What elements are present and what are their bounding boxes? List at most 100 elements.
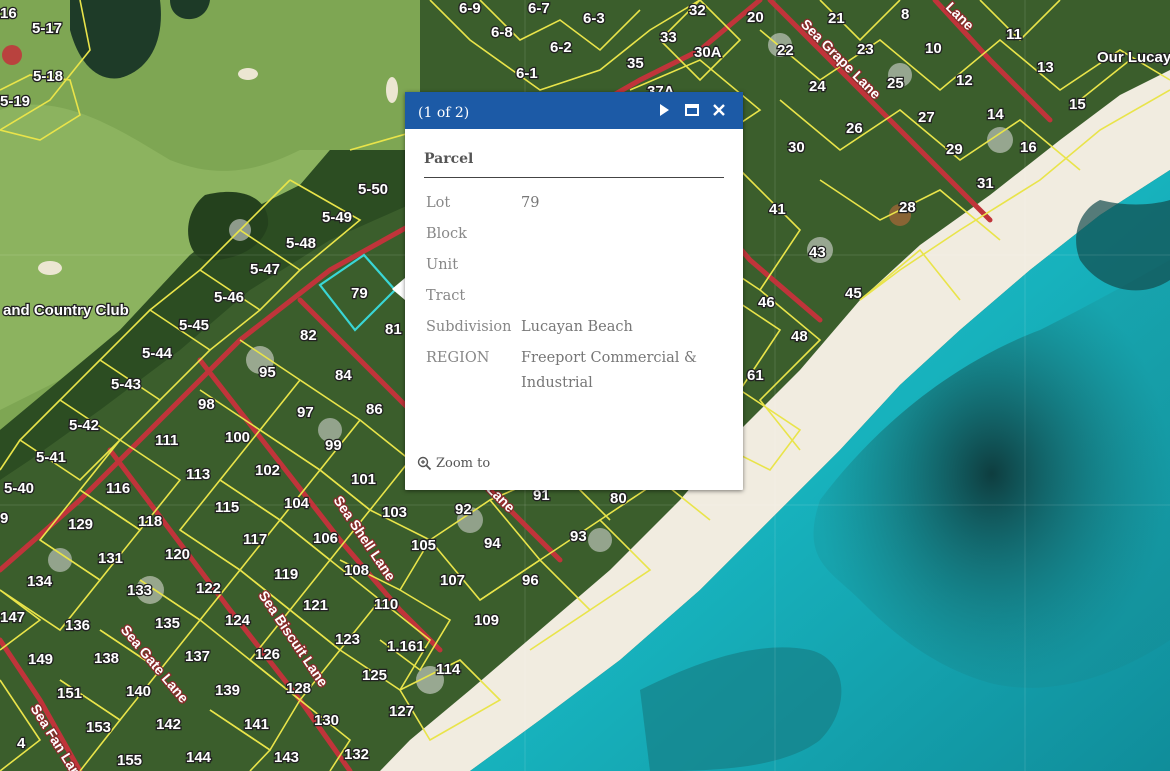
play-icon[interactable] bbox=[655, 101, 673, 119]
attribute-row: Unit bbox=[424, 250, 721, 281]
lot-label: 84 bbox=[335, 367, 352, 384]
lot-label: 110 bbox=[374, 596, 398, 613]
lot-label: 32 bbox=[689, 2, 706, 19]
lot-label: 9 bbox=[0, 510, 8, 527]
popup-pointer bbox=[392, 278, 405, 300]
lot-label: 5-46 bbox=[214, 289, 244, 306]
attribute-value bbox=[521, 281, 721, 312]
lot-label: 5-41 bbox=[36, 449, 66, 466]
lot-label: 155 bbox=[117, 752, 142, 769]
lot-label: 5-49 bbox=[322, 209, 352, 226]
lot-label: 120 bbox=[165, 546, 190, 563]
parcel-popup: (1 of 2) Parcel Lot 79 Block Unit Tract … bbox=[405, 92, 743, 490]
lot-label: 153 bbox=[86, 719, 111, 736]
lot-label: 22 bbox=[777, 42, 794, 59]
lot-label: 130 bbox=[314, 712, 339, 729]
attribute-key: REGION bbox=[426, 350, 490, 366]
lot-label: 79 bbox=[351, 285, 368, 302]
close-icon[interactable] bbox=[710, 101, 728, 119]
lot-label: 6-9 bbox=[459, 0, 481, 17]
attribute-value: Freeport Commercial & Industrial bbox=[521, 350, 697, 391]
lot-label: 131 bbox=[98, 550, 123, 567]
lot-label: 127 bbox=[389, 703, 414, 720]
lot-label: 16 bbox=[1020, 139, 1037, 156]
lot-label: 11 bbox=[1006, 26, 1022, 43]
attribute-key: Block bbox=[426, 226, 467, 242]
attribute-value bbox=[521, 219, 721, 250]
lot-label: 142 bbox=[156, 716, 181, 733]
lot-label: 5-19 bbox=[0, 93, 30, 110]
lot-label: 104 bbox=[284, 495, 310, 512]
lot-label: 144 bbox=[186, 749, 212, 766]
lot-label: 121 bbox=[303, 597, 328, 614]
lot-label: 12 bbox=[956, 72, 973, 89]
lot-label: 99 bbox=[325, 437, 342, 454]
attribute-row: Subdivision Lucayan Beach bbox=[424, 312, 721, 343]
lot-label: 128 bbox=[286, 680, 311, 697]
attribute-key: Tract bbox=[426, 288, 466, 304]
lot-label: 5-45 bbox=[179, 317, 209, 334]
attribute-table: Lot 79 Block Unit Tract Subdivision Luca… bbox=[424, 188, 721, 399]
lot-label: 140 bbox=[126, 683, 151, 700]
lot-label: 43 bbox=[809, 244, 826, 261]
lot-label: 151 bbox=[57, 685, 82, 702]
attribute-row: REGION Freeport Commercial & Industrial bbox=[424, 343, 721, 399]
lot-label: 20 bbox=[747, 9, 764, 26]
sand-trap bbox=[238, 68, 258, 80]
lot-label: 29 bbox=[946, 141, 963, 158]
lot-label: 8 bbox=[901, 6, 909, 23]
lot-label: 115 bbox=[215, 499, 239, 516]
lot-label: 15 bbox=[1069, 96, 1086, 113]
attribute-value: Lucayan Beach bbox=[521, 319, 633, 335]
lot-label: 1.161 bbox=[387, 638, 425, 655]
lot-label: 113 bbox=[186, 466, 210, 483]
lot-label: 6-3 bbox=[583, 10, 605, 27]
lot-label: 5-47 bbox=[250, 261, 280, 278]
lot-label: 5-18 bbox=[33, 68, 63, 85]
lot-label: 5-17 bbox=[32, 20, 62, 37]
lot-label: 4 bbox=[17, 735, 26, 752]
lot-label: 14 bbox=[987, 106, 1004, 123]
lot-label: 23 bbox=[857, 41, 874, 58]
lot-label: 6-8 bbox=[491, 24, 513, 41]
maximize-icon[interactable] bbox=[683, 101, 701, 119]
lot-label: 97 bbox=[297, 404, 314, 421]
attribute-row: Block bbox=[424, 219, 721, 250]
lot-label: 108 bbox=[344, 562, 369, 579]
lot-label: 92 bbox=[455, 501, 472, 518]
lot-label: 139 bbox=[215, 682, 240, 699]
lot-label: 118 bbox=[138, 513, 162, 530]
attribute-row: Tract bbox=[424, 281, 721, 312]
lot-label: 125 bbox=[362, 667, 387, 684]
lot-label: 147 bbox=[0, 609, 25, 626]
lot-label: 126 bbox=[255, 646, 280, 663]
lot-label: 98 bbox=[198, 396, 215, 413]
lot-label: 134 bbox=[27, 573, 53, 590]
lot-label: 5-50 bbox=[358, 181, 388, 198]
popup-header: (1 of 2) bbox=[405, 92, 743, 129]
lot-label: 48 bbox=[791, 328, 808, 345]
zoom-to-link[interactable]: Zoom to bbox=[417, 456, 490, 471]
lot-label: 30 bbox=[788, 139, 805, 156]
lot-label: 149 bbox=[28, 651, 53, 668]
lot-label: 5-44 bbox=[142, 345, 173, 362]
lot-label: 100 bbox=[225, 429, 250, 446]
lot-label: 26 bbox=[846, 120, 863, 137]
lot-label: 6-2 bbox=[550, 39, 572, 56]
lot-label: 117 bbox=[243, 531, 267, 548]
lot-label: 123 bbox=[335, 631, 360, 648]
lot-label: 31 bbox=[977, 175, 994, 192]
lot-label: 6-7 bbox=[528, 0, 550, 17]
lot-label: 27 bbox=[918, 109, 935, 126]
lot-label: 46 bbox=[758, 294, 775, 311]
lot-label: 132 bbox=[344, 746, 369, 763]
lot-label: 114 bbox=[436, 661, 461, 678]
lot-label: 141 bbox=[244, 716, 269, 733]
lot-label: 143 bbox=[274, 749, 299, 766]
lot-label: 122 bbox=[196, 580, 221, 597]
lot-label: 45 bbox=[845, 285, 862, 302]
lot-label: 25 bbox=[887, 75, 904, 92]
popup-body: Parcel Lot 79 Block Unit Tract Subdivisi… bbox=[405, 129, 743, 399]
lot-label: 5-40 bbox=[4, 480, 34, 497]
lot-label: 106 bbox=[313, 530, 338, 547]
